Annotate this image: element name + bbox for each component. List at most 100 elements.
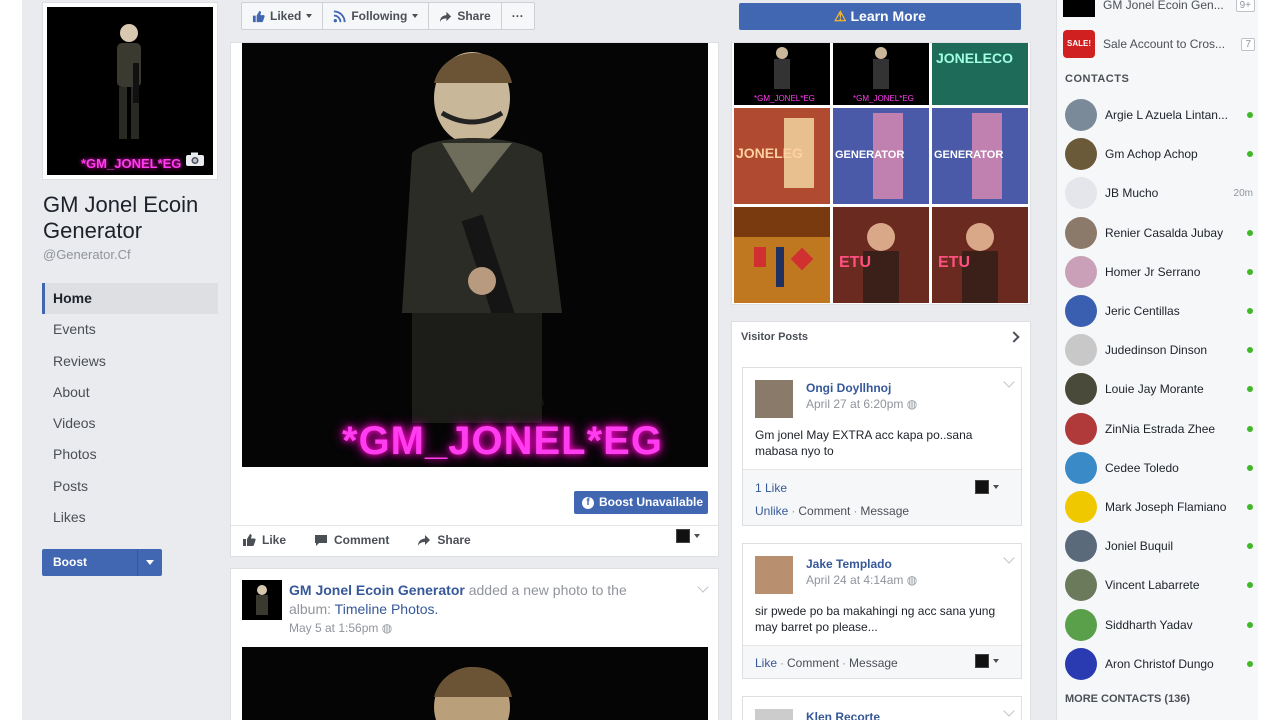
avatar[interactable]	[755, 556, 793, 594]
avatar	[1065, 99, 1097, 131]
contact-item[interactable]: ZinNia Estrada Zhee	[1065, 410, 1253, 448]
photo-tile[interactable]: ETU	[833, 207, 929, 303]
contact-item[interactable]: Mark Joseph Flamiano	[1065, 488, 1253, 526]
profile-picture[interactable]: *GM_JONEL*EG	[42, 2, 218, 180]
nav-item-reviews[interactable]: Reviews	[42, 346, 218, 377]
message-link[interactable]: Message	[860, 504, 909, 518]
avatar	[1065, 647, 1097, 680]
thumbs-up-icon	[243, 534, 256, 546]
like-link[interactable]: Like	[755, 656, 777, 670]
message-link[interactable]: Message	[849, 656, 898, 670]
photo-tile[interactable]: ETU	[932, 207, 1028, 303]
photo-tile[interactable]: *GM_JONEL*EG	[833, 43, 929, 105]
contact-item[interactable]: Louie Jay Morante	[1065, 370, 1253, 408]
post-timestamp[interactable]: April 24 at 4:14am ◍	[806, 573, 917, 587]
more-contacts-heading[interactable]: MORE CONTACTS (136)	[1065, 693, 1190, 705]
chevron-right-icon[interactable]	[1008, 331, 1020, 343]
share-page-button[interactable]: Share	[429, 3, 502, 29]
visitor-posts-card: Visitor Posts Ongi Doyllhnoj April 27 at…	[731, 321, 1031, 720]
chevron-down-icon[interactable]	[1003, 376, 1015, 388]
avatar[interactable]	[755, 709, 793, 720]
online-status-dot	[1247, 660, 1253, 667]
unlike-link[interactable]: Unlike	[755, 504, 788, 518]
like-button[interactable]: Like	[242, 529, 286, 551]
online-status-dot	[1247, 621, 1253, 628]
post-author-link[interactable]: GM Jonel Ecoin Generator	[289, 582, 465, 598]
contact-item[interactable]: JB Mucho 20m	[1065, 174, 1253, 212]
contact-item[interactable]: Vincent Labarrete	[1065, 566, 1253, 604]
contact-item[interactable]: Homer Jr Serrano	[1065, 253, 1253, 291]
photo-tile[interactable]: GENERATOR	[932, 108, 1028, 204]
contact-item[interactable]: Aron Christof Dungo	[1065, 645, 1253, 683]
nav-item-events[interactable]: Events	[42, 314, 218, 345]
post-timestamp[interactable]: May 5 at 1:56pm ◍	[289, 621, 392, 635]
following-button[interactable]: Following	[323, 3, 430, 29]
more-options-button[interactable]: ···	[502, 3, 534, 29]
contact-item[interactable]: Jeric Centillas	[1065, 292, 1253, 330]
contact-item[interactable]: Gm Achop Achop	[1065, 135, 1253, 173]
visitor-name[interactable]: Klen Recorte	[806, 710, 880, 720]
album-link[interactable]: Timeline Photos.	[335, 601, 439, 617]
visitor-post-text: sir pwede po ba makahingi ng acc sana yu…	[755, 604, 996, 634]
visitor-posts-title[interactable]: Visitor Posts	[741, 331, 808, 343]
post-timestamp[interactable]: April 27 at 6:20pm ◍	[806, 397, 917, 411]
avatar[interactable]	[242, 580, 282, 620]
avatar[interactable]	[755, 380, 793, 418]
share-button[interactable]: Share	[417, 529, 471, 551]
post-photo[interactable]	[242, 647, 708, 720]
visitor-post-footer: 1 Like Unlike · Comment · Message	[743, 469, 1021, 525]
comment-button[interactable]: Comment	[314, 529, 389, 551]
contact-item[interactable]: Judedinson Dinson	[1065, 331, 1253, 369]
post-photo[interactable]: *GM_JONEL*EG	[242, 43, 708, 467]
nav-item-likes[interactable]: Likes	[42, 502, 218, 533]
online-status-dot	[1247, 347, 1253, 354]
visitor-name[interactable]: Ongi Doyllhnoj	[806, 381, 891, 395]
post-time-text: May 5 at 1:56pm	[289, 621, 379, 635]
chevron-down-icon[interactable]	[697, 581, 709, 593]
liked-label: Liked	[270, 9, 302, 23]
unread-badge: 7	[1241, 37, 1255, 51]
separator: ·	[853, 504, 858, 518]
contact-item[interactable]: Joniel Buquil	[1065, 527, 1253, 565]
chevron-down-icon[interactable]	[1003, 552, 1015, 564]
post-as-selector[interactable]	[975, 480, 999, 494]
chat-page-item[interactable]: SALE! Sale Account to Cros... 7	[1063, 27, 1255, 61]
avatar	[1065, 491, 1097, 523]
photo-tile[interactable]: GENERATOR	[833, 108, 929, 204]
page-handle[interactable]: @Generator.Cf	[43, 247, 131, 262]
boost-button[interactable]: Boost	[42, 549, 162, 576]
photo-tile[interactable]: JONELEG	[734, 108, 830, 204]
like-count[interactable]: 1 Like	[755, 481, 787, 495]
post-as-selector[interactable]	[975, 654, 999, 668]
online-status-dot	[1247, 268, 1253, 275]
photo-tile[interactable]	[734, 207, 830, 303]
nav-item-home[interactable]: Home	[42, 283, 218, 315]
comment-link[interactable]: Comment	[787, 656, 839, 670]
like-label: Like	[262, 533, 287, 547]
nav-item-about[interactable]: About	[42, 377, 218, 408]
chat-page-item[interactable]: GM Jonel Ecoin Gen... 9+	[1063, 0, 1255, 22]
contact-item[interactable]: Siddharth Yadav	[1065, 606, 1253, 644]
soldier-figure-icon: *GM_JONEL*EG	[853, 47, 914, 103]
nav-item-videos[interactable]: Videos	[42, 408, 218, 439]
nav-item-photos[interactable]: Photos	[42, 439, 218, 470]
contact-item[interactable]: Argie L Azuela Lintan...	[1065, 96, 1253, 134]
photo-tile[interactable]: *GM_JONEL*EG	[734, 43, 830, 105]
camera-icon[interactable]	[185, 152, 205, 167]
contact-item[interactable]: Cedee Toledo	[1065, 449, 1253, 487]
nav-item-posts[interactable]: Posts	[42, 471, 218, 502]
svg-text:ETU: ETU	[839, 254, 871, 271]
visitor-time: April 27 at 6:20pm	[806, 397, 904, 411]
comment-link[interactable]: Comment	[798, 504, 850, 518]
separator: ·	[791, 504, 796, 518]
neon-text-icon: JONELEG	[734, 108, 830, 204]
contact-item[interactable]: Renier Casalda Jubay	[1065, 214, 1253, 252]
boost-unavailable-button[interactable]: f Boost Unavailable	[574, 491, 708, 514]
liked-button[interactable]: Liked	[242, 3, 324, 29]
chevron-down-icon[interactable]	[1003, 705, 1015, 717]
caret-down-icon[interactable]	[146, 560, 154, 565]
visitor-name[interactable]: Jake Templado	[806, 557, 892, 571]
learn-more-button[interactable]: ⚠ Learn More	[739, 3, 1021, 30]
photo-tile[interactable]: JONELECO	[932, 43, 1028, 105]
post-as-selector[interactable]	[676, 529, 700, 543]
